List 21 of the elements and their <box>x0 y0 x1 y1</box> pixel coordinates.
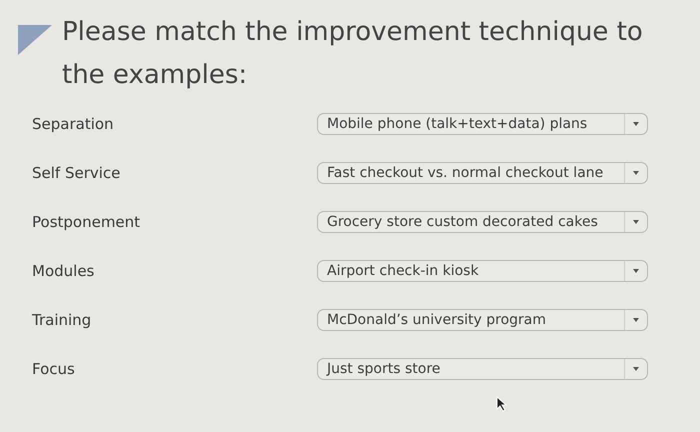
term-label: Postponement <box>32 213 142 231</box>
term-label: Self Service <box>32 164 122 182</box>
triangle-icon <box>18 25 52 55</box>
caret-icon <box>633 318 639 322</box>
answer-dropdown[interactable]: Mobile phone (talk+text+data) plans <box>317 113 648 135</box>
term-label: Training <box>32 311 92 329</box>
term-label: Focus <box>32 360 76 378</box>
answer-dropdown[interactable]: Just sports store <box>317 358 648 380</box>
term-label: Modules <box>32 262 96 280</box>
caret-icon <box>633 171 639 175</box>
term-label: Separation <box>32 115 115 133</box>
answer-dropdown[interactable]: Grocery store custom decorated cakes <box>317 211 648 233</box>
answer-dropdown[interactable]: McDonald’s university program <box>317 309 648 331</box>
cursor-icon <box>496 396 508 412</box>
caret-icon <box>633 122 639 126</box>
caret-icon <box>633 220 639 224</box>
caret-icon <box>633 269 639 273</box>
caret-icon <box>633 367 639 371</box>
answer-dropdown[interactable]: Airport check-in kiosk <box>317 260 648 282</box>
question-text: Please match the improvement technique to the examples: <box>62 16 644 92</box>
answer-dropdown[interactable]: Fast checkout vs. normal checkout lane <box>317 162 648 184</box>
